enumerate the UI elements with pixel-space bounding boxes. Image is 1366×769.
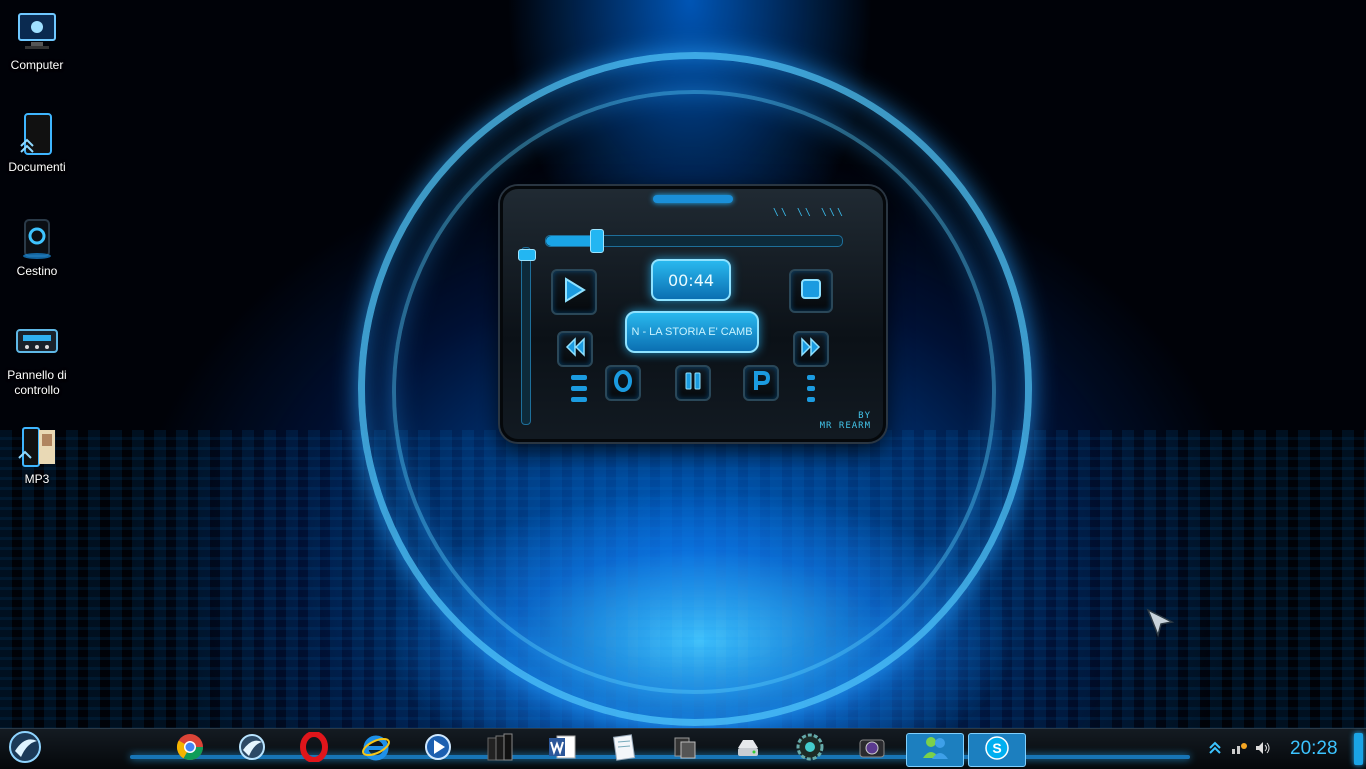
documents-icon <box>15 112 59 156</box>
monitor-icon <box>15 10 59 54</box>
volume-slider[interactable] <box>518 247 536 425</box>
player-decoration: \\ \\ \\\ <box>772 207 845 218</box>
taskbar-app-word[interactable] <box>546 733 578 765</box>
chevron-up-icon <box>1208 740 1222 759</box>
taskbar-app-media-orb[interactable] <box>236 733 268 765</box>
media-player-widget[interactable]: \\ \\ \\\ 00:44 N - LA STORIA E' CAMB BY… <box>500 186 886 442</box>
seek-bar-knob[interactable] <box>590 229 605 253</box>
player-drag-handle[interactable] <box>653 195 733 203</box>
desktop-icon-documenti[interactable]: Documenti <box>0 112 74 175</box>
pause-button[interactable] <box>675 365 711 401</box>
previous-icon <box>564 337 586 361</box>
volume-slider-knob[interactable] <box>518 249 536 261</box>
word-icon <box>547 732 577 766</box>
desktop-icon-label: Pannello di controllo <box>7 368 67 397</box>
taskbar-app-messenger[interactable] <box>906 733 964 767</box>
internet-explorer-icon <box>361 732 391 766</box>
mouse-cursor-icon <box>1146 608 1176 642</box>
tray-clock[interactable]: 20:28 <box>1290 738 1338 760</box>
taskbar: S <box>0 728 1366 769</box>
start-button[interactable] <box>6 731 44 767</box>
desktop-icon-cestino[interactable]: Cestino <box>0 216 74 279</box>
network-drive-icon <box>733 732 763 766</box>
taskbar-app-folders[interactable] <box>670 733 702 765</box>
taskbar-app-chrome[interactable] <box>174 733 206 765</box>
taskbar-app-opera[interactable] <box>298 731 330 766</box>
taskbar-app-network-drive[interactable] <box>732 733 764 765</box>
folders-icon <box>671 732 701 766</box>
desktop-icon-label: Computer <box>10 58 64 72</box>
chrome-icon <box>175 732 205 766</box>
desktop-icon-label: Cestino <box>16 264 58 278</box>
right-decorative-bars <box>807 375 815 407</box>
recycle-bin-icon <box>15 216 59 260</box>
track-title-display: N - LA STORIA E' CAMB <box>625 311 759 353</box>
stop-icon <box>799 277 823 305</box>
desktop-icon-label: MP3 <box>24 472 50 486</box>
camera-icon <box>857 732 887 766</box>
speaker-icon <box>1255 740 1271 759</box>
taskbar-app-notepad[interactable] <box>608 733 640 765</box>
open-icon <box>613 370 633 396</box>
media-player-icon <box>423 732 453 766</box>
show-desktop-button[interactable] <box>1354 733 1363 765</box>
play-icon <box>561 276 587 308</box>
network-icon <box>1231 740 1247 759</box>
taskbar-app-internet-explorer[interactable] <box>360 733 392 765</box>
svg-text:S: S <box>992 740 1001 756</box>
playlist-button[interactable] <box>743 365 779 401</box>
messenger-icon <box>920 734 950 766</box>
pause-icon <box>684 371 702 395</box>
notepad-icon <box>609 732 639 766</box>
taskbar-glow-strip <box>130 755 1190 759</box>
previous-button[interactable] <box>557 331 593 367</box>
desktop-icon-mp3[interactable]: MP3 <box>0 424 74 487</box>
opera-icon <box>299 731 329 766</box>
open-button[interactable] <box>605 365 641 401</box>
playlist-icon <box>752 370 771 396</box>
start-orb-icon <box>7 729 43 769</box>
music-folder-icon <box>15 424 59 468</box>
desktop-icon-label: Documenti <box>8 160 66 174</box>
tray-show-hidden-button[interactable] <box>1204 737 1226 761</box>
taskbar-app-gear[interactable] <box>794 733 826 765</box>
taskbar-app-file-manager[interactable] <box>484 733 516 765</box>
stop-button[interactable] <box>789 269 833 313</box>
seek-bar-fill <box>546 236 597 246</box>
time-display: 00:44 <box>651 259 731 301</box>
next-icon <box>800 337 822 361</box>
seek-bar[interactable] <box>545 229 843 253</box>
tray-network-button[interactable] <box>1228 737 1250 761</box>
control-panel-icon <box>15 320 59 364</box>
play-button[interactable] <box>551 269 597 315</box>
gear-icon <box>795 732 825 766</box>
skype-icon: S <box>983 734 1011 766</box>
media-orb-icon <box>237 732 267 766</box>
file-manager-icon <box>485 732 515 766</box>
next-button[interactable] <box>793 331 829 367</box>
taskbar-app-skype[interactable]: S <box>968 733 1026 767</box>
left-decorative-bars <box>571 375 587 407</box>
desktop-icon-pannello-di-controllo[interactable]: Pannello di controllo <box>0 320 74 398</box>
desktop-icon-computer[interactable]: Computer <box>0 10 74 73</box>
tray-volume-button[interactable] <box>1252 737 1274 761</box>
player-credit: BY MR REARM <box>819 411 871 431</box>
taskbar-app-camera[interactable] <box>856 733 888 765</box>
taskbar-app-media-player[interactable] <box>422 733 454 765</box>
